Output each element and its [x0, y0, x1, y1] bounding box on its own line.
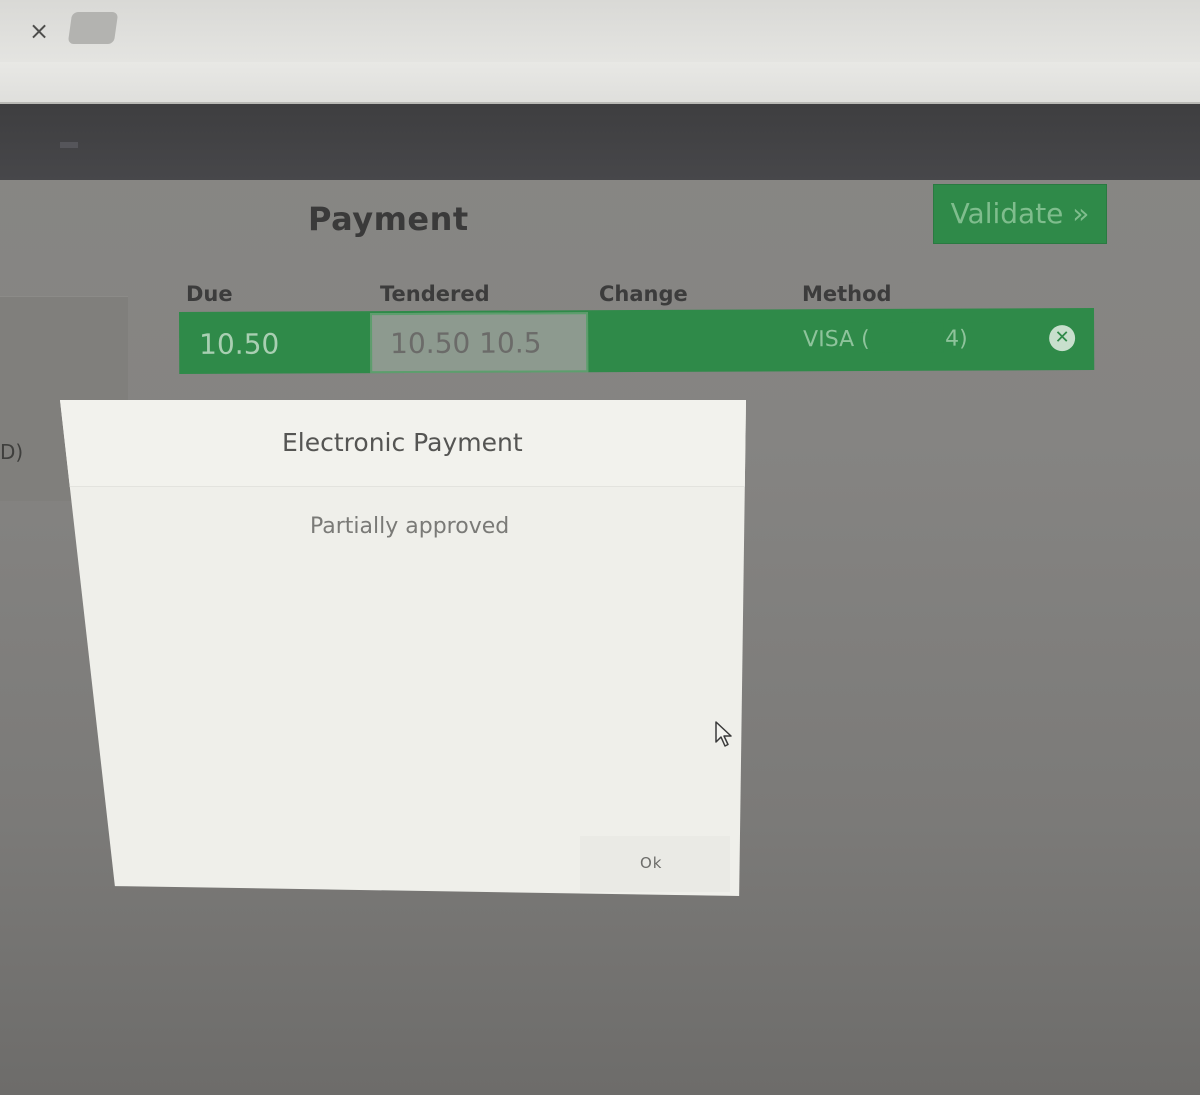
new-tab-button[interactable] [67, 12, 119, 44]
close-circle-icon[interactable]: ✕ [1049, 325, 1076, 352]
payment-method: VISA ( [803, 326, 870, 353]
app-top-bar [0, 104, 1200, 180]
payment-line-row[interactable]: 10.50 10.50 10.5 VISA ( 4) ✕ [179, 308, 1095, 374]
column-header-change: Change [599, 282, 688, 306]
dialog-header: Electronic Payment [60, 400, 746, 487]
tendered-input[interactable]: 10.50 10.5 [370, 312, 589, 374]
close-tab-icon[interactable]: × [26, 18, 52, 44]
mouse-pointer-icon [715, 721, 732, 747]
order-panel-partial-text: D) [0, 440, 24, 464]
column-header-method: Method [802, 282, 892, 306]
electronic-payment-dialog: Electronic Payment Partially approved Ok [60, 400, 746, 896]
payment-method-suffix: 4) [945, 326, 968, 352]
validate-button[interactable]: Validate » [933, 184, 1107, 244]
page-title: Payment [308, 200, 469, 238]
due-amount: 10.50 [199, 327, 280, 361]
dialog-title: Electronic Payment [282, 428, 523, 457]
browser-tab-bar: × [0, 0, 1200, 63]
column-header-due: Due [186, 282, 233, 306]
topbar-indicator [60, 142, 78, 148]
masked-card-number [869, 322, 944, 353]
screen: × D) Payment Validate » Due Tendered Cha… [0, 0, 1200, 1095]
column-header-tendered: Tendered [380, 282, 490, 306]
browser-toolbar [0, 62, 1200, 104]
dialog-message: Partially approved [310, 514, 510, 539]
ok-button[interactable]: Ok [640, 854, 663, 872]
